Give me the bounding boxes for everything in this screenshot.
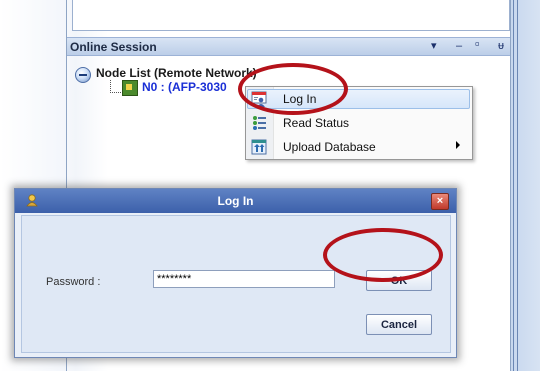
right-dock-strip	[511, 0, 540, 371]
login-user-icon	[251, 91, 267, 107]
menu-item-upload-database[interactable]: Upload Database	[246, 136, 472, 158]
menu-item-label: Log In	[283, 92, 317, 106]
dialog-title: Log In	[217, 194, 254, 208]
dialog-body: Password : OK Cancel	[21, 215, 451, 353]
tree-connector	[110, 80, 121, 93]
panel-device-icon	[122, 80, 138, 96]
menu-item-label: Read Status	[283, 116, 350, 130]
close-icon[interactable]: ×	[431, 193, 449, 210]
password-field[interactable]	[153, 270, 335, 288]
upload-database-icon	[251, 139, 267, 155]
read-status-icon	[253, 116, 266, 130]
upper-panel	[72, 0, 510, 31]
online-session-header: Online Session ▾ ‒ ▫ ᵾ	[67, 37, 510, 56]
pin-icon[interactable]: ᵾ	[498, 39, 504, 53]
maximize-icon[interactable]: ▫	[475, 37, 480, 51]
dropdown-icon[interactable]: ▾	[431, 39, 437, 53]
login-dialog: Log In × Password : OK Cancel	[14, 188, 457, 358]
dialog-titlebar[interactable]: Log In ×	[15, 189, 456, 213]
menu-item-read-status[interactable]: Read Status	[246, 112, 472, 134]
submenu-arrow-icon	[456, 141, 460, 149]
ok-button[interactable]: OK	[366, 270, 432, 291]
menu-item-label: Upload Database	[283, 140, 376, 154]
cancel-button[interactable]: Cancel	[366, 314, 432, 335]
menu-item-log-in[interactable]: Log In	[246, 88, 472, 110]
menu-item-highlight	[247, 89, 470, 109]
dock-divider	[517, 0, 518, 371]
dock-divider	[513, 0, 514, 371]
context-menu: Log In Read Status Upload Database	[245, 86, 473, 160]
minimize-icon[interactable]: ‒	[456, 39, 462, 53]
password-label: Password :	[46, 276, 101, 288]
collapse-icon[interactable]	[75, 67, 91, 83]
tree-node-label[interactable]: N0 : (AFP-3030	[142, 80, 244, 94]
online-session-title: Online Session	[70, 40, 157, 54]
tree-root-label[interactable]: Node List (Remote Network)	[96, 66, 257, 80]
